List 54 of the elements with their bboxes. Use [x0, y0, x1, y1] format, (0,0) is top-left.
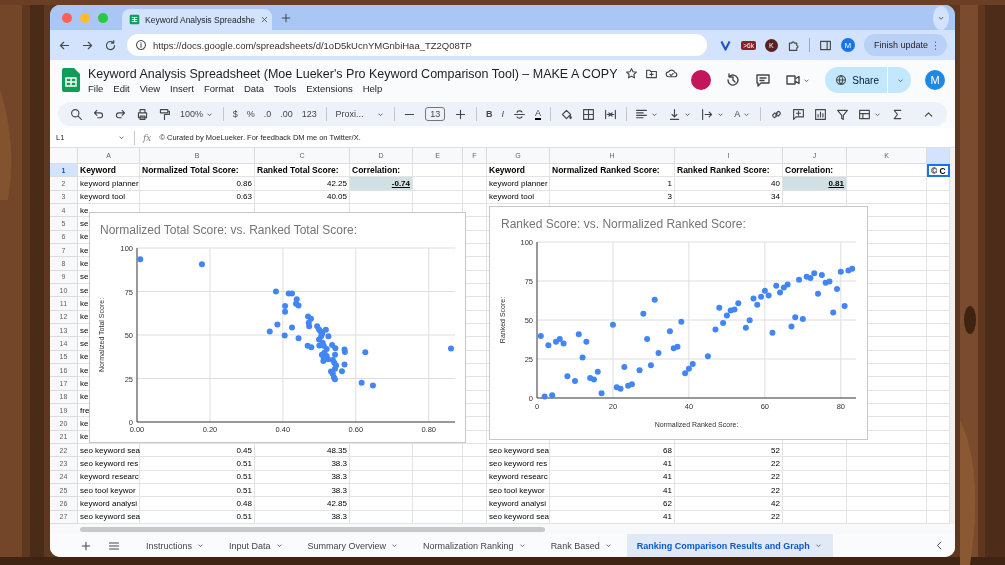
table-cell: keyword researc [487, 470, 550, 484]
table-cell: keyword planner [78, 177, 140, 191]
table-cell: keyword tool [78, 190, 140, 204]
table-cell: seo keyword res [487, 457, 550, 471]
header-cell: Keyword [78, 164, 140, 178]
table-cell: 0.51 [140, 470, 255, 484]
table-cell: 0.51 [140, 510, 255, 524]
table-cell: seo keyword res [78, 457, 140, 471]
table-cell: 0.51 [140, 483, 255, 498]
table-cell: 40 [675, 177, 783, 191]
table-cell: 41 [550, 483, 675, 498]
table-cell: 52 [675, 443, 783, 458]
table-cell: seo keyword sea [487, 443, 550, 458]
table-cell: 34 [675, 190, 783, 204]
table-cell: seo keyword sea [487, 510, 550, 524]
table-cell: 1 [550, 177, 675, 191]
table-cell: seo keyword sea [78, 510, 140, 524]
table-cell: 38.3 [255, 510, 350, 524]
table-cell: 40.05 [255, 190, 350, 204]
table-cell: 41 [550, 457, 675, 471]
header-cell: Ranked Ranked Score: [675, 164, 783, 178]
table-cell: 22 [675, 510, 783, 524]
table-cell: 38.3 [255, 483, 350, 498]
table-cell: 22 [675, 483, 783, 498]
table-cell: keyword analysi [78, 497, 140, 511]
table-cell: 41 [550, 510, 675, 524]
table-cell: 62 [550, 497, 675, 511]
table-cell: 0.63 [140, 190, 255, 204]
function-label: fx [143, 132, 152, 143]
header-cell: Normalized Ranked Score: [550, 164, 675, 178]
table-cell: 22 [675, 470, 783, 484]
table-cell: 0.48 [140, 497, 255, 511]
result-cell: -0.74 [350, 177, 413, 191]
header-cell: Normalized Total Score: [140, 164, 255, 178]
table-cell: 42 [675, 497, 783, 511]
table-cell: 3 [550, 190, 675, 204]
table-cell: 0.86 [140, 177, 255, 191]
table-cell: 22 [675, 457, 783, 471]
table-cell: keyword planner [487, 177, 550, 191]
header-cell: Ranked Total Score: [255, 164, 350, 178]
table-cell: 0.51 [140, 457, 255, 471]
table-cell: keyword researc [78, 470, 140, 484]
chart-title: Ranked Score: vs. Normalized Ranked Score: [501, 217, 746, 231]
table-cell: 38.3 [255, 457, 350, 471]
header-cell: Keyword [487, 164, 550, 178]
table-cell: seo tool keywor [78, 483, 140, 498]
table-cell: 41 [550, 470, 675, 484]
result-cell: 0.81 [783, 177, 847, 191]
table-cell: 68 [550, 443, 675, 458]
table-cell: keyword tool [487, 190, 550, 204]
table-cell: keyword analysi [487, 497, 550, 511]
table-cell: seo tool keywor [487, 483, 550, 498]
table-cell: 38.3 [255, 470, 350, 484]
table-cell: 42.85 [255, 497, 350, 511]
